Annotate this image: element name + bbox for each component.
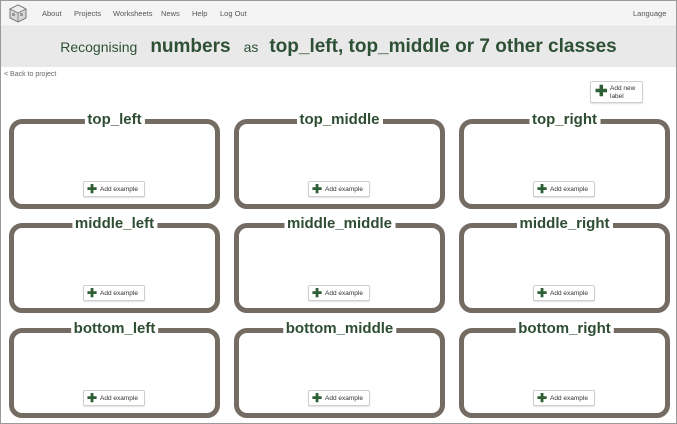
nav-worksheets-link[interactable]: Worksheets [113, 9, 152, 18]
add-example-text: Add example [325, 290, 363, 297]
add-example-text: Add example [550, 186, 588, 193]
label-card-top-middle: top_middle ✚ Add example [234, 111, 445, 209]
plus-icon: ✚ [87, 286, 98, 300]
label-title: bottom_right [515, 320, 614, 338]
banner-type: numbers [150, 36, 231, 57]
add-example-button[interactable]: ✚ Add example [533, 285, 595, 301]
plus-icon: ✚ [87, 391, 98, 405]
add-example-text: Add example [100, 290, 138, 297]
banner-as: as [243, 39, 259, 55]
banner-prefix: Recognising [60, 39, 138, 55]
add-example-text: Add example [550, 290, 588, 297]
plus-icon: ✚ [595, 83, 608, 100]
logo-icon[interactable] [9, 4, 27, 23]
plus-icon: ✚ [87, 182, 98, 196]
plus-icon: ✚ [537, 391, 548, 405]
add-new-label-text: Add new label [610, 85, 636, 100]
add-example-button[interactable]: ✚ Add example [83, 285, 145, 301]
add-example-button[interactable]: ✚ Add example [533, 181, 595, 197]
add-example-text: Add example [325, 186, 363, 193]
label-title: bottom_middle [282, 320, 397, 338]
add-example-button[interactable]: ✚ Add example [83, 181, 145, 197]
add-example-button[interactable]: ✚ Add example [308, 181, 370, 197]
add-new-label-button[interactable]: ✚ Add new label [590, 81, 643, 103]
nav-language-link[interactable]: Language [633, 9, 666, 18]
label-card-middle-right: middle_right ✚ Add example [459, 215, 670, 313]
label-card-middle-left: middle_left ✚ Add example [9, 215, 220, 313]
label-title: top_middle [296, 111, 383, 129]
plus-icon: ✚ [312, 391, 323, 405]
label-card-middle-middle: middle_middle ✚ Add example [234, 215, 445, 313]
label-title: middle_middle [283, 215, 396, 233]
page-banner: Recognising numbers as top_left, top_mid… [1, 27, 676, 67]
label-card-bottom-middle: bottom_middle ✚ Add example [234, 320, 445, 418]
add-example-text: Add example [100, 395, 138, 402]
label-card-bottom-right: bottom_right ✚ Add example [459, 320, 670, 418]
add-example-text: Add example [325, 395, 363, 402]
nav-help-link[interactable]: Help [192, 9, 207, 18]
label-card-top-left: top_left ✚ Add example [9, 111, 220, 209]
nav-about-link[interactable]: About [42, 9, 62, 18]
nav-logout-link[interactable]: Log Out [220, 9, 247, 18]
add-example-button[interactable]: ✚ Add example [533, 390, 595, 406]
plus-icon: ✚ [312, 286, 323, 300]
add-example-text: Add example [100, 186, 138, 193]
label-title: middle_left [71, 215, 158, 233]
page-title: Recognising numbers as top_left, top_mid… [1, 27, 676, 67]
label-card-bottom-left: bottom_left ✚ Add example [9, 320, 220, 418]
plus-icon: ✚ [537, 286, 548, 300]
nav-projects-link[interactable]: Projects [74, 9, 101, 18]
banner-classes: top_left, top_middle or 7 other classes [269, 36, 617, 57]
add-example-button[interactable]: ✚ Add example [308, 390, 370, 406]
label-card-top-right: top_right ✚ Add example [459, 111, 670, 209]
plus-icon: ✚ [312, 182, 323, 196]
back-to-project-link[interactable]: < Back to project [4, 71, 56, 78]
plus-icon: ✚ [537, 182, 548, 196]
add-example-button[interactable]: ✚ Add example [83, 390, 145, 406]
nav-news-link[interactable]: News [161, 9, 180, 18]
add-example-text: Add example [550, 395, 588, 402]
add-example-button[interactable]: ✚ Add example [308, 285, 370, 301]
top-nav: About Projects Worksheets News Help Log … [1, 1, 676, 27]
label-title: middle_right [516, 215, 613, 233]
label-title: top_left [84, 111, 145, 129]
label-title: top_right [529, 111, 600, 129]
label-title: bottom_left [70, 320, 159, 338]
